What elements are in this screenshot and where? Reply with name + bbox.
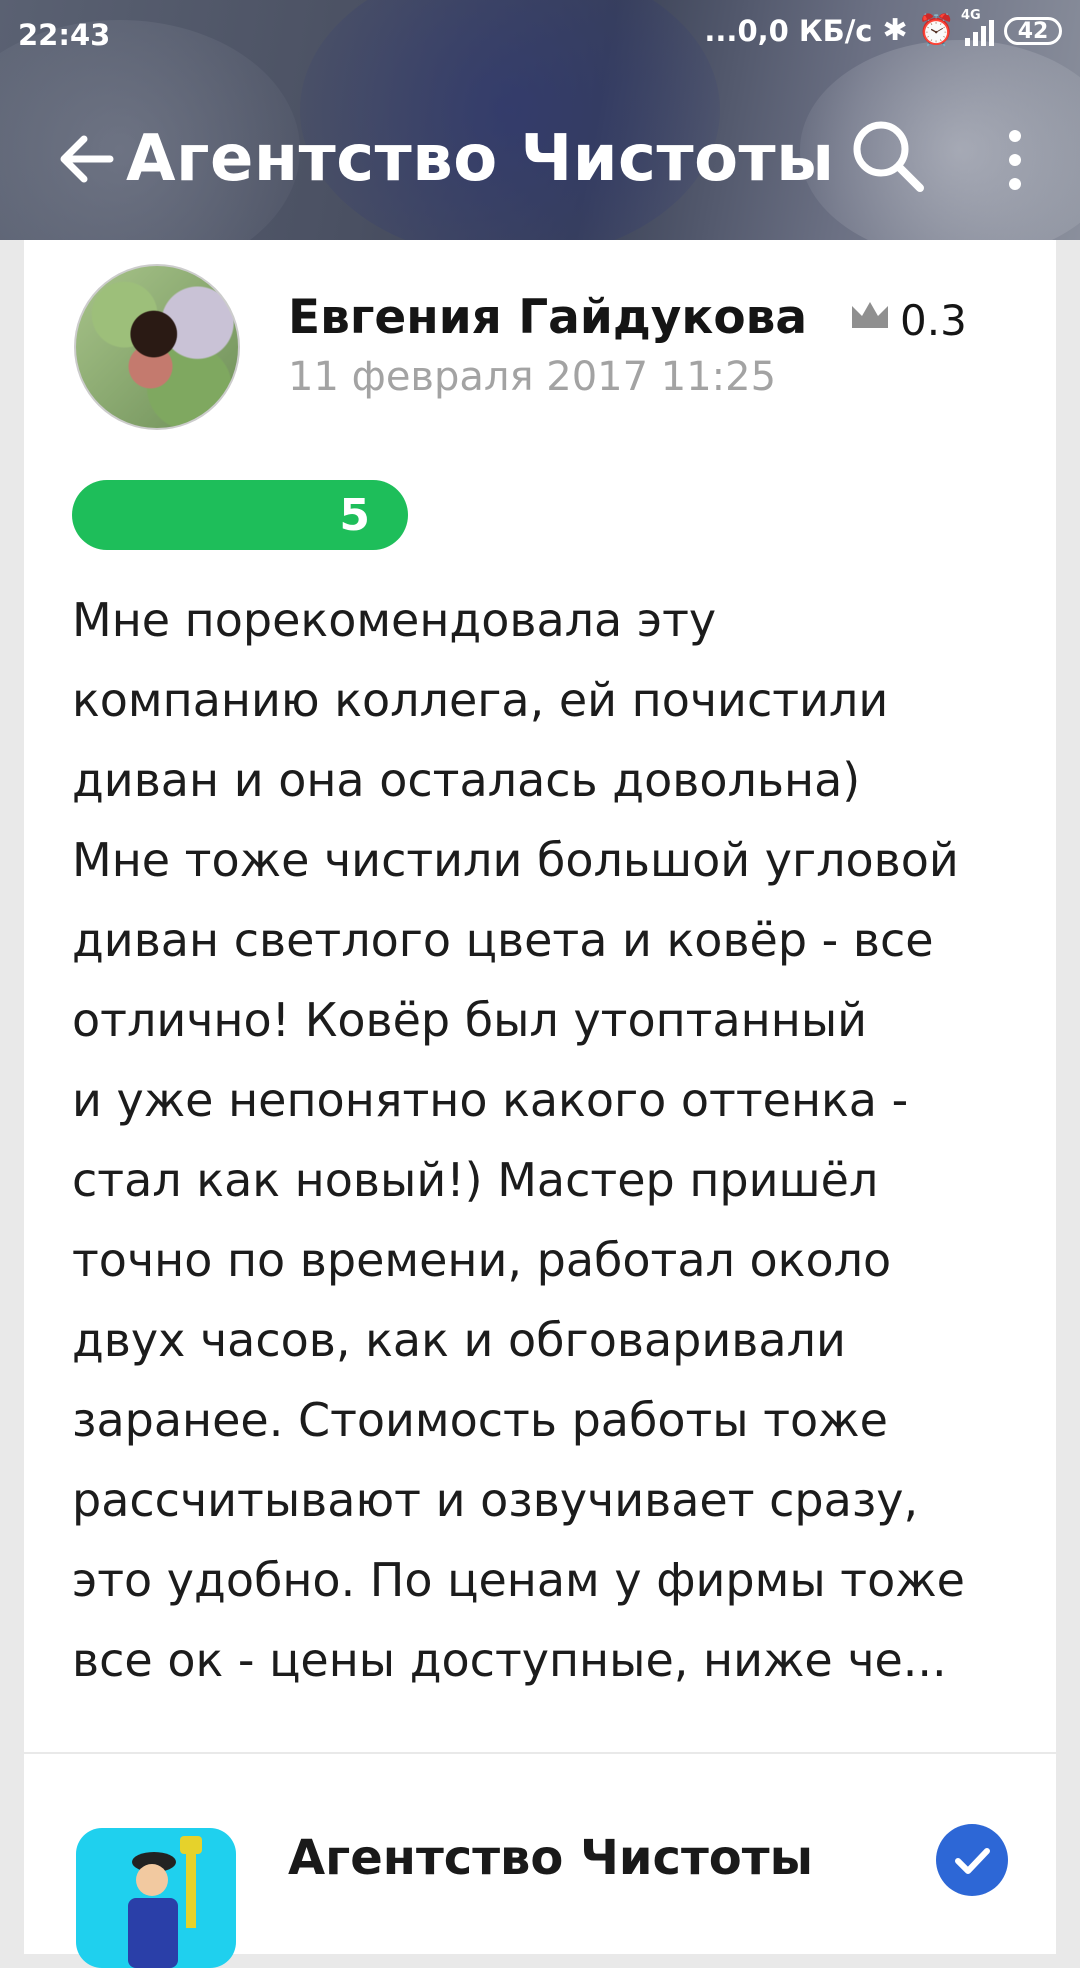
more-vertical-icon — [1009, 130, 1021, 190]
review-date: 11 февраля 2017 11:25 — [288, 354, 777, 400]
toolbar: Агентство Чистоты — [0, 100, 1080, 220]
author-name[interactable]: Евгения Гайдукова — [288, 290, 807, 345]
review-text[interactable]: Мне порекомендовала эту компанию коллега… — [72, 580, 1042, 1700]
status-icons: ...0,0 КБ/с ✱ ⏰ 4G 42 — [704, 8, 1062, 48]
search-button[interactable] — [848, 116, 928, 196]
app-header: 22:43 ...0,0 КБ/с ✱ ⏰ 4G 42 Агентство Чи… — [0, 0, 1080, 240]
status-time: 22:43 — [18, 18, 111, 52]
company-reply-card: Агентство Чистоты — [24, 1754, 1056, 1968]
author-avatar[interactable] — [74, 264, 240, 430]
company-logo — [76, 1828, 236, 1968]
alarm-icon: ⏰ — [917, 13, 955, 48]
network-type-label: 4G — [961, 8, 981, 23]
battery-icon: 42 — [1004, 17, 1062, 45]
cleaner-mascot-icon — [128, 1836, 202, 1968]
review-card: Евгения Гайдукова 0.3 11 февраля 2017 11… — [24, 240, 1056, 1752]
company-name[interactable]: Агентство Чистоты — [288, 1830, 813, 1886]
bluetooth-icon: ✱ — [882, 13, 908, 48]
status-bar: 22:43 ...0,0 КБ/с ✱ ⏰ 4G 42 — [0, 0, 1080, 70]
network-speed: ...0,0 КБ/с — [704, 14, 873, 48]
crown-icon — [852, 302, 888, 328]
back-button[interactable] — [52, 124, 122, 194]
author-rating: 0.3 — [900, 296, 967, 345]
arrow-left-icon — [60, 135, 114, 183]
signal-icon: 4G — [961, 8, 994, 46]
battery-level: 42 — [1017, 18, 1049, 44]
search-icon — [853, 121, 924, 192]
more-options-button[interactable] — [990, 124, 1040, 196]
rating-score: 5 — [339, 490, 370, 541]
rating-score-bar: 5 — [72, 480, 408, 550]
checkmark-icon — [955, 1848, 990, 1874]
page-title: Агентство Чистоты — [126, 122, 835, 196]
verified-check-icon — [936, 1824, 1008, 1896]
